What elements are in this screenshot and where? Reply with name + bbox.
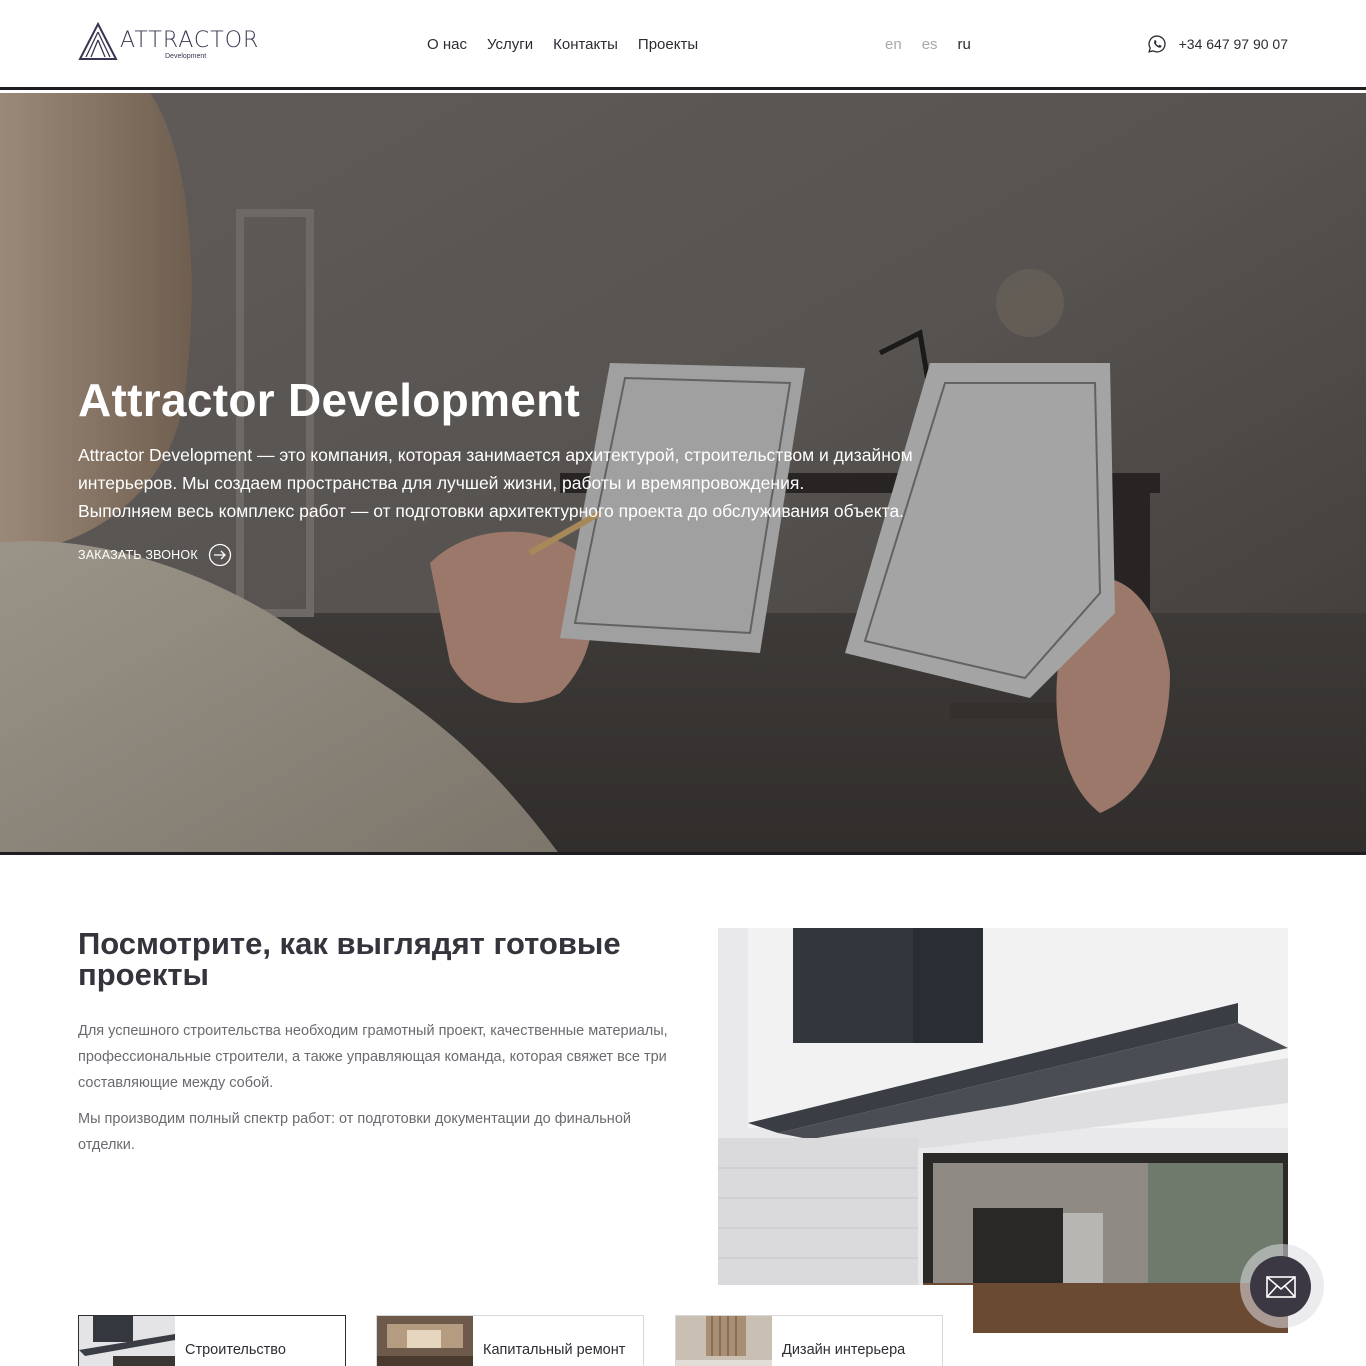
phone-contact[interactable]: +34 647 97 90 07	[1147, 34, 1288, 54]
main-nav: О нас Услуги Контакты Проекты	[427, 36, 718, 53]
hero-line: Выполняем весь комплекс работ — от подго…	[78, 501, 905, 521]
projects-paragraph-2: Мы производим полный спектр работ: от по…	[78, 1111, 631, 1153]
lang-es[interactable]: es	[922, 36, 938, 53]
hero-title: Attractor Development	[78, 374, 581, 426]
card-thumbnail	[79, 1316, 175, 1366]
mail-button[interactable]	[1250, 1256, 1311, 1317]
service-card-label: Дизайн интерьера	[782, 1342, 906, 1358]
service-card-interior-design[interactable]: Дизайн интерьера	[675, 1315, 943, 1366]
service-card-label: Строительство	[185, 1342, 286, 1358]
logo[interactable]: ATTRACTOR Development	[78, 22, 260, 62]
logo-text: ATTRACTOR	[120, 28, 260, 53]
house-image	[718, 928, 1288, 1333]
projects-paragraph-1: Для успешного строительства необходим гр…	[78, 1023, 668, 1091]
mail-icon	[1265, 1275, 1296, 1298]
site-header: ATTRACTOR Development О нас Услуги Конта…	[0, 0, 1366, 90]
nav-link-contacts[interactable]: Контакты	[553, 36, 618, 53]
project-photo	[718, 928, 1288, 1333]
phone-number: +34 647 97 90 07	[1178, 36, 1288, 52]
hero-description: Attractor Development — это компания, ко…	[78, 441, 958, 525]
hero-section: Attractor Development Attractor Developm…	[0, 93, 1366, 855]
lang-en[interactable]: en	[885, 36, 902, 53]
logo-subtext: Development	[165, 53, 207, 60]
order-call-button[interactable]: Заказать звонок	[78, 543, 232, 567]
nav-link-services[interactable]: Услуги	[487, 36, 533, 53]
whatsapp-icon	[1147, 35, 1166, 53]
lang-ru[interactable]: ru	[958, 36, 971, 53]
arrow-right-circle-icon	[208, 543, 231, 567]
hero-line: интерьеров. Мы создаем пространства для …	[78, 473, 805, 493]
card-thumbnail	[377, 1316, 473, 1366]
service-card-label: Капитальный ремонт	[483, 1342, 626, 1358]
language-switcher: en es ru	[885, 36, 991, 53]
logo-triangle-icon	[78, 22, 118, 60]
projects-title: Посмотрите, как выглядят готовые проекты	[78, 926, 621, 992]
service-card-renovation[interactable]: Капитальный ремонт	[376, 1315, 644, 1366]
card-thumbnail	[676, 1316, 772, 1366]
order-call-label: Заказать звонок	[78, 548, 198, 562]
hero-line: Attractor Development — это компания, ко…	[78, 445, 913, 465]
service-card-construction[interactable]: Строительство	[78, 1315, 346, 1366]
nav-link-about[interactable]: О нас	[427, 36, 467, 53]
nav-link-projects[interactable]: Проекты	[638, 36, 698, 53]
